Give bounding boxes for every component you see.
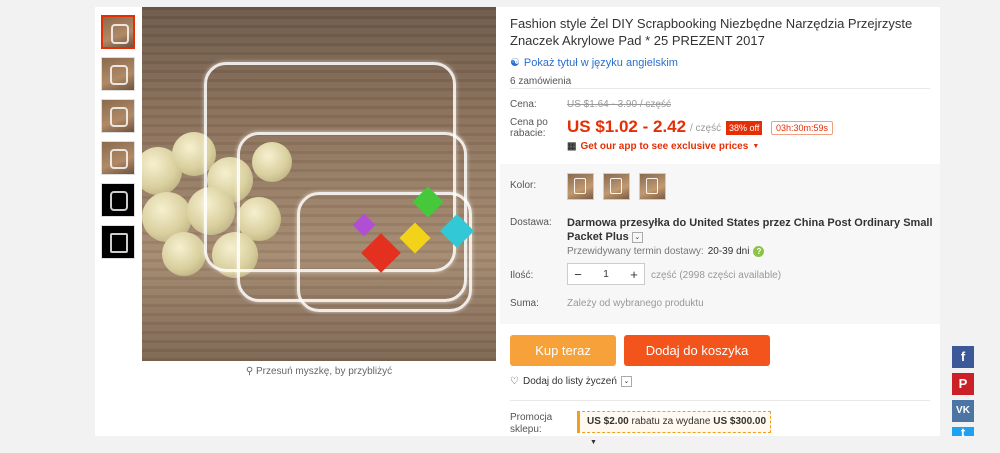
delivery-label: Dostawa:	[510, 217, 552, 228]
divider	[510, 400, 930, 401]
product-info: Fashion style Żel DIY Scrapbooking Niezb…	[510, 15, 930, 87]
app-promo-text[interactable]: Get our app to see exclusive prices	[580, 141, 748, 152]
wishlist-text[interactable]: Dodaj do listy życzeń	[523, 376, 617, 387]
decrease-button[interactable]: −	[568, 267, 588, 282]
zoom-hint-text: Przesuń myszkę, by przybliżyć	[255, 366, 393, 377]
current-price: US $1.02 - 2.42	[567, 117, 687, 136]
product-title: Fashion style Żel DIY Scrapbooking Niezb…	[510, 16, 913, 48]
store-promo-label: Promocja sklepu:	[510, 412, 553, 435]
countdown-timer: 03h:30m:59s	[771, 121, 834, 135]
help-icon[interactable]: ?	[753, 246, 765, 257]
thumbnail-4[interactable]	[101, 141, 135, 175]
main-product-image[interactable]	[142, 7, 496, 361]
shipping-method[interactable]: Darmowa przesyłka do United States przez…	[567, 216, 939, 244]
stock-available: część (2998 części available)	[651, 270, 782, 281]
thumbnail-1[interactable]	[101, 15, 135, 49]
color-option-3[interactable]	[639, 173, 666, 200]
total-value: Zależy od wybranego produktu	[567, 298, 704, 309]
thumbnail-2[interactable]	[101, 57, 135, 91]
promo-threshold: US $300.00	[713, 416, 767, 427]
thumbnail-5[interactable]	[101, 183, 135, 217]
wishlist-link[interactable]: ♡ Dodaj do listy życzeń ⌄	[510, 376, 632, 387]
app-promo-link[interactable]: ▦ Get our app to see exclusive prices ▼	[567, 141, 759, 152]
orders-count: 6 zamówienia	[510, 76, 572, 87]
discount-price-label: Cena po rabacie:	[510, 117, 548, 139]
translate-link-text[interactable]: Pokaż tytuł w języku angielskim	[524, 57, 678, 69]
magnifier-icon: ⚲	[245, 366, 254, 377]
translate-icon: ☯	[510, 57, 520, 69]
divider	[510, 88, 930, 89]
increase-button[interactable]: +	[624, 267, 644, 282]
price-label: Cena:	[510, 99, 537, 110]
quantity-stepper[interactable]: − 1 +	[567, 263, 645, 285]
discount-badge: 38% off	[726, 121, 763, 135]
facebook-share-icon[interactable]: f	[952, 346, 974, 368]
per-piece-unit: / część	[690, 123, 722, 134]
delivery-estimate-label: Przewidywany termin dostawy:	[567, 246, 704, 257]
old-price: US $1.64 - 3.90 / część	[567, 99, 671, 110]
twitter-share-icon[interactable]: t	[952, 427, 974, 436]
thumbnail-3[interactable]	[101, 99, 135, 133]
quantity-value[interactable]: 1	[588, 269, 624, 280]
thumbnail-6[interactable]	[101, 225, 135, 259]
chevron-down-icon[interactable]: ⌄	[620, 376, 632, 387]
delivery-days: 20-39 dni	[707, 246, 750, 257]
caret-down-icon: ▼	[752, 143, 760, 150]
promo-text: rabatu za wydane	[631, 416, 711, 427]
quantity-label: Ilość:	[510, 270, 534, 281]
add-to-cart-button[interactable]: Dodaj do koszyka	[624, 335, 770, 366]
estimated-delivery: Przewidywany termin dostawy: 20-39 dni ?	[567, 246, 765, 257]
shipping-text: Darmowa przesyłka do United States przez…	[567, 217, 933, 243]
flower-decoration	[162, 232, 206, 276]
translate-link[interactable]: ☯ Pokaż tytuł w języku angielskim	[510, 56, 930, 70]
color-label: Kolor:	[510, 180, 537, 191]
vk-share-icon[interactable]: VK	[952, 400, 974, 422]
chevron-down-icon[interactable]: ⌄	[631, 231, 643, 243]
store-promo-coupon[interactable]: US $2.00 rabatu za wydane US $300.00 ▼	[577, 411, 771, 446]
promo-amount: US $2.00	[587, 416, 629, 427]
total-label: Suma:	[510, 298, 539, 309]
color-option-2[interactable]	[603, 173, 630, 200]
options-panel	[500, 164, 940, 324]
color-option-1[interactable]	[567, 173, 594, 200]
thumbnail-list	[101, 15, 135, 267]
heart-icon: ♡	[510, 376, 519, 387]
pinterest-share-icon[interactable]: P	[952, 373, 974, 395]
buy-now-button[interactable]: Kup teraz	[510, 335, 616, 366]
caret-down-icon: ▼	[590, 439, 597, 446]
qr-code-icon: ▦	[567, 141, 577, 152]
zoom-hint: ⚲ Przesuń myszkę, by przybliżyć	[142, 366, 496, 377]
